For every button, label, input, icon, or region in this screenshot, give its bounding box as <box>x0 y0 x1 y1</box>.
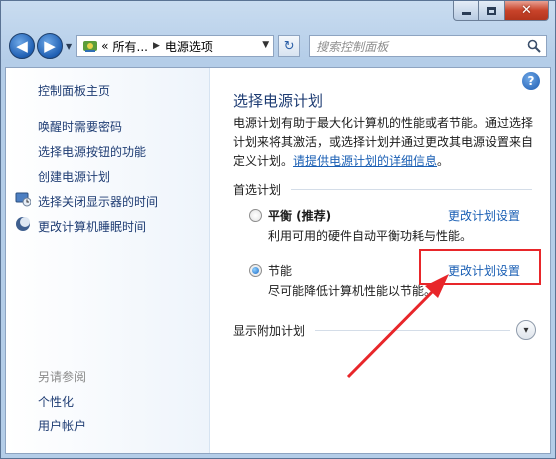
annotation-arrow <box>346 274 449 379</box>
power-options-window: ✕ ◀ ▶ ▼ « 所有... ▶ 电源选项 ▼ ↻ 搜索控制面板 控制面板主页… <box>0 0 556 459</box>
annotation-arrow-shaft <box>346 285 439 379</box>
